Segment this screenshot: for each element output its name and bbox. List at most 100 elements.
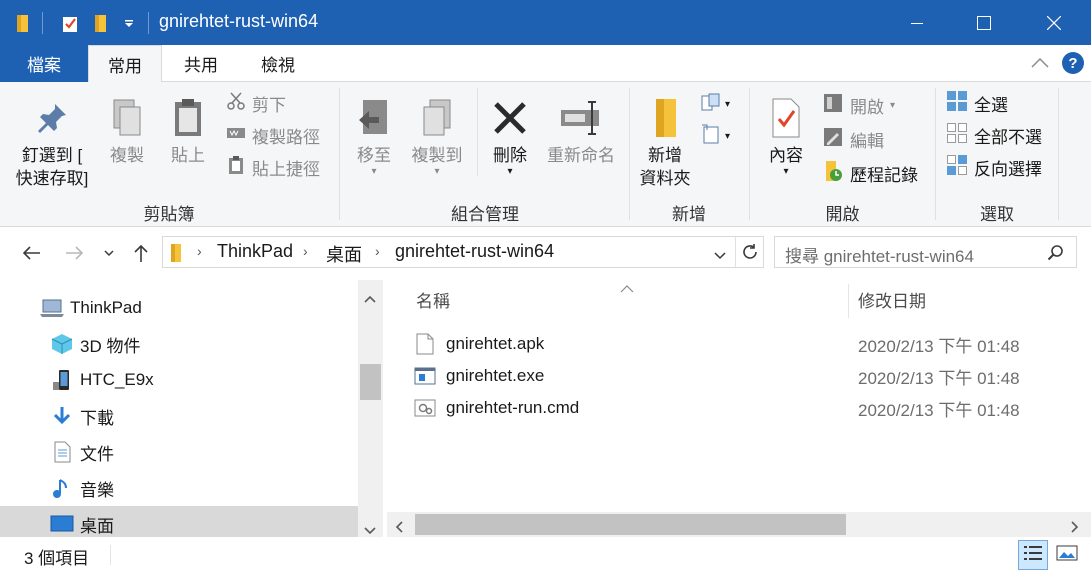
cut-button[interactable]: 剪下	[226, 90, 286, 116]
phone-icon	[50, 368, 74, 392]
easy-access-button[interactable]: ▾	[700, 124, 740, 148]
file-row[interactable]: gnirehtet.exe 2020/2/13 下午 01:48	[410, 360, 1050, 392]
properties-button[interactable]: 內容 ▾	[760, 96, 812, 177]
nav-item-music[interactable]: 音樂	[0, 470, 358, 506]
breadcrumb-desktop[interactable]: 桌面	[326, 241, 362, 267]
select-all-button[interactable]: 全選	[946, 90, 1008, 116]
file-date: 2020/2/13 下午 01:48	[858, 336, 1020, 356]
address-dropdown-icon[interactable]	[713, 246, 727, 266]
back-button[interactable]	[16, 238, 46, 268]
breadcrumb-current-folder[interactable]: gnirehtet-rust-win64	[395, 241, 554, 262]
invert-selection-icon	[946, 154, 968, 181]
history-icon	[822, 159, 844, 188]
folder-icon	[14, 12, 32, 34]
new-item-button[interactable]: ▾	[700, 92, 740, 116]
window-title: gnirehtet-rust-win64	[159, 11, 319, 31]
large-icons-view-button[interactable]	[1052, 540, 1082, 570]
scroll-left-icon[interactable]	[395, 518, 403, 538]
select-none-icon	[946, 122, 968, 149]
file-row[interactable]: gnirehtet.apk 2020/2/13 下午 01:48	[410, 328, 1050, 360]
collapse-ribbon-icon[interactable]	[1030, 54, 1052, 74]
pin-quick-access-button[interactable]: 釘選到 [ 快速存取]	[6, 96, 98, 190]
forward-button[interactable]	[60, 238, 90, 268]
title-bar: gnirehtet-rust-win64	[0, 0, 1091, 45]
new-folder-icon	[636, 96, 694, 140]
navigation-pane: ThinkPad 3D 物件 HTC_E9x 下載 文件 音樂 桌面	[0, 280, 358, 537]
move-to-button[interactable]: 移至 ▾	[350, 96, 398, 177]
file-row[interactable]: gnirehtet-run.cmd 2020/2/13 下午 01:48	[410, 392, 1050, 424]
select-none-button[interactable]: 全部不選	[946, 122, 1042, 148]
details-view-button[interactable]	[1018, 540, 1048, 570]
delete-x-icon	[486, 96, 534, 140]
details-view-icon	[1023, 544, 1043, 567]
edit-icon	[822, 126, 844, 153]
recent-locations-button[interactable]	[96, 238, 122, 268]
properties-quick-icon[interactable]	[58, 12, 82, 34]
customize-quick-access-icon[interactable]	[120, 12, 138, 34]
new-folder-button[interactable]: 新增 資料夾	[636, 96, 694, 190]
large-icons-view-icon	[1056, 544, 1078, 567]
scroll-right-icon[interactable]	[1071, 518, 1079, 538]
copy-to-icon	[406, 96, 468, 140]
copy-icon	[102, 96, 152, 140]
scroll-up-icon[interactable]	[364, 288, 376, 308]
tab-file[interactable]: 檔案	[0, 45, 88, 82]
nav-item-documents[interactable]: 文件	[0, 434, 358, 470]
file-name: gnirehtet-run.cmd	[446, 398, 580, 417]
close-button[interactable]	[1022, 0, 1086, 45]
copy-to-button[interactable]: 複製到 ▾	[406, 96, 468, 177]
rename-button[interactable]: 重新命名	[542, 96, 620, 167]
tab-home[interactable]: 常用	[88, 45, 162, 83]
nav-item-thinkpad[interactable]: ThinkPad	[0, 290, 358, 326]
search-input[interactable]: 搜尋 gnirehtet-rust-win64	[785, 242, 974, 267]
breadcrumb-chevron-icon: ›	[303, 243, 308, 259]
ribbon-tabs: 檔案 常用 共用 檢視 ?	[0, 45, 1091, 83]
file-name: gnirehtet.exe	[446, 366, 545, 385]
clipboard-group-label: 剪貼簿	[143, 205, 195, 224]
open-button[interactable]: 開啟 ▾	[822, 92, 895, 118]
column-header-name[interactable]: 名稱	[416, 287, 450, 312]
download-icon	[50, 404, 74, 428]
search-box[interactable]: 搜尋 gnirehtet-rust-win64	[774, 236, 1077, 268]
paste-shortcut-button[interactable]: 貼上捷徑	[226, 154, 320, 180]
nav-item-htc-e9x[interactable]: HTC_E9x	[0, 362, 358, 398]
copy-button[interactable]: 複製	[102, 96, 152, 167]
paste-button[interactable]: 貼上	[162, 96, 214, 167]
folder-icon	[169, 243, 183, 268]
new-group-label: 新增	[672, 205, 706, 224]
paste-shortcut-icon	[226, 155, 246, 180]
maximize-button[interactable]	[952, 0, 1016, 45]
invert-selection-button[interactable]: 反向選擇	[946, 154, 1042, 180]
nav-scroll-thumb[interactable]	[360, 364, 381, 400]
nav-item-desktop[interactable]: 桌面	[0, 506, 358, 537]
help-icon[interactable]: ?	[1062, 52, 1084, 74]
cmd-icon	[410, 398, 440, 418]
tab-share[interactable]: 共用	[166, 45, 236, 82]
nav-item-3d-objects[interactable]: 3D 物件	[0, 326, 358, 362]
status-bar: 3 個項目	[0, 537, 1091, 573]
horizontal-scroll-thumb[interactable]	[415, 514, 846, 535]
delete-button[interactable]: 刪除 ▾	[486, 96, 534, 177]
history-button[interactable]: 歷程記錄	[822, 160, 918, 186]
minimize-button[interactable]	[885, 0, 949, 45]
nav-item-downloads[interactable]: 下載	[0, 398, 358, 434]
column-header-date[interactable]: 修改日期	[858, 287, 926, 312]
horizontal-scrollbar[interactable]	[387, 512, 1091, 537]
breadcrumb-chevron-icon: ›	[197, 243, 202, 259]
edit-button[interactable]: 編輯	[822, 126, 884, 152]
up-button[interactable]	[126, 238, 156, 268]
file-name: gnirehtet.apk	[446, 334, 545, 353]
computer-icon	[40, 296, 64, 320]
copy-path-button[interactable]: 複製路徑	[226, 122, 320, 148]
search-icon[interactable]	[1047, 244, 1065, 267]
breadcrumb-thinkpad[interactable]: ThinkPad	[217, 241, 293, 262]
file-date: 2020/2/13 下午 01:48	[858, 400, 1020, 420]
nav-scrollbar[interactable]	[358, 280, 383, 537]
tab-view[interactable]: 檢視	[242, 45, 314, 82]
copy-path-icon	[226, 125, 246, 146]
desktop-icon	[50, 512, 74, 536]
refresh-icon[interactable]	[741, 243, 759, 266]
address-bar[interactable]: › ThinkPad › 桌面 › gnirehtet-rust-win64	[162, 236, 764, 268]
new-folder-quick-icon[interactable]	[90, 12, 112, 34]
file-icon	[410, 333, 440, 355]
